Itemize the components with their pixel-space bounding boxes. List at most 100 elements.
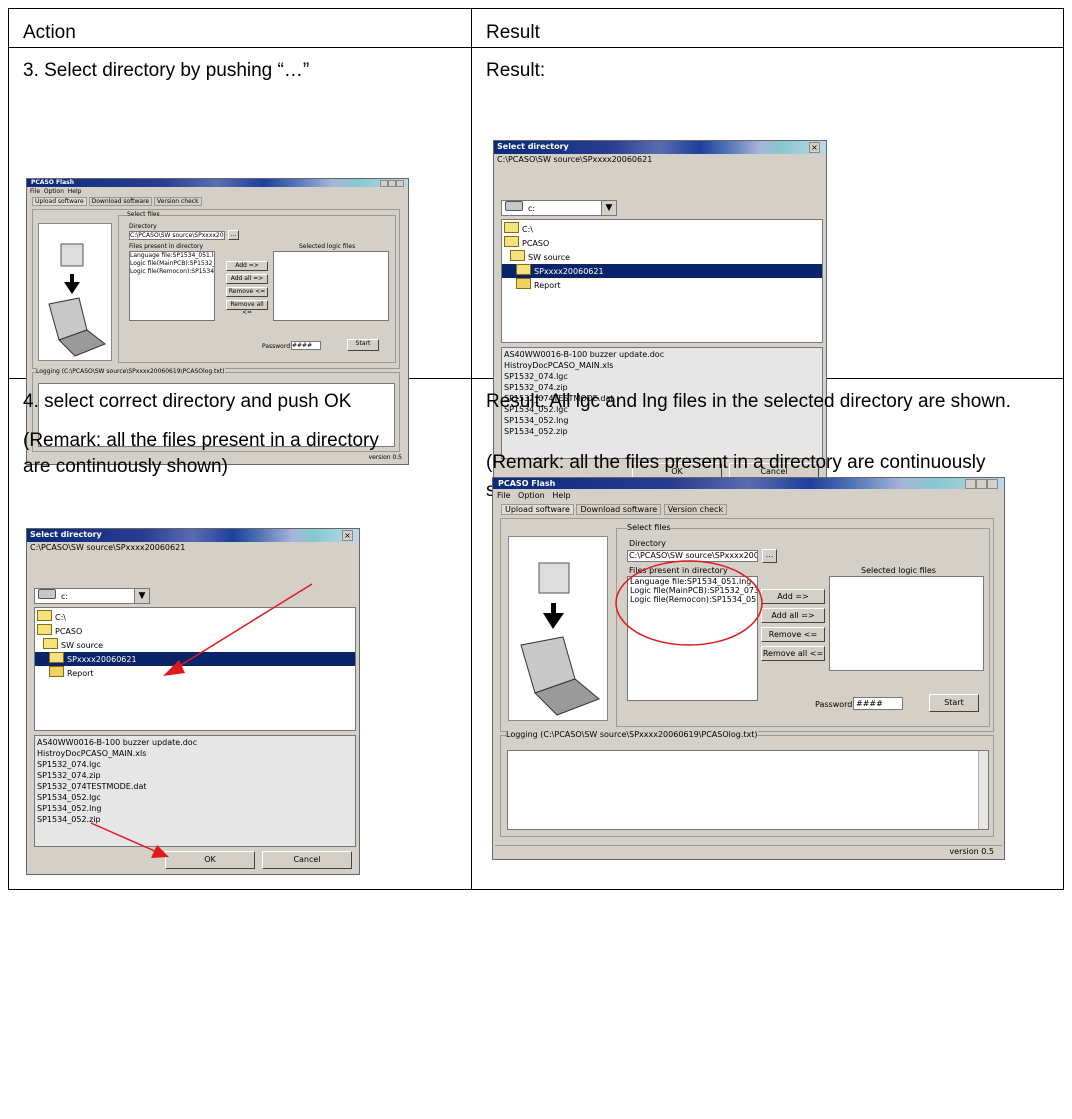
minimize-icon[interactable] bbox=[965, 479, 976, 489]
step4-action-text: 4. select correct directory and push OK bbox=[23, 391, 352, 412]
folder-open-icon bbox=[516, 264, 531, 275]
header-action: Action bbox=[23, 22, 76, 43]
remove-all-button[interactable]: Remove all <= bbox=[226, 300, 268, 316]
version-label: version 0.5 bbox=[949, 847, 994, 856]
step4-result-cell: Result: All lgc and lng files in the sel… bbox=[471, 378, 1064, 890]
folder-open-icon bbox=[504, 236, 519, 247]
menu-help[interactable]: Help bbox=[552, 491, 570, 500]
menu-bar: File Option Help bbox=[497, 491, 571, 501]
annotation-arrow-ok bbox=[90, 822, 158, 853]
tree-item[interactable]: Report bbox=[502, 278, 822, 292]
flash-titlebar: PCASO Flash bbox=[493, 478, 1004, 489]
tab-download[interactable]: Download software bbox=[88, 197, 153, 206]
add-all-button[interactable]: Add all => bbox=[761, 608, 825, 623]
scrollbar[interactable] bbox=[978, 751, 988, 829]
menu-file[interactable]: File bbox=[30, 188, 40, 195]
tab-upload[interactable]: Upload software bbox=[32, 197, 87, 206]
tree-item-selected[interactable]: SPxxxx20060621 bbox=[502, 264, 822, 278]
annotation-arrow-folder bbox=[172, 583, 313, 671]
select-files-label: Select files bbox=[127, 211, 160, 219]
tab-upload[interactable]: Upload software bbox=[501, 504, 574, 515]
menu-option[interactable]: Option bbox=[518, 491, 545, 500]
menu-bar: File Option Help bbox=[30, 188, 81, 196]
step3-result-label: Result: bbox=[486, 60, 546, 81]
close-icon[interactable] bbox=[987, 479, 998, 489]
log-textarea[interactable] bbox=[507, 750, 989, 830]
menu-help[interactable]: Help bbox=[68, 188, 82, 195]
laptop-icon bbox=[48, 243, 106, 357]
arrowhead-icon bbox=[163, 660, 185, 676]
menu-option[interactable]: Option bbox=[44, 188, 64, 195]
add-all-button[interactable]: Add all => bbox=[226, 274, 268, 284]
close-icon[interactable] bbox=[396, 180, 404, 187]
list-item[interactable]: Language file:SP1534_051.lng bbox=[130, 252, 214, 260]
tab-download[interactable]: Download software bbox=[576, 504, 662, 515]
dialog-titlebar: Select directory × bbox=[494, 141, 826, 154]
maximize-icon[interactable] bbox=[976, 479, 987, 489]
selected-listbox[interactable] bbox=[829, 576, 984, 671]
laptop-illustration bbox=[38, 223, 112, 361]
maximize-icon[interactable] bbox=[388, 180, 396, 187]
remove-all-button[interactable]: Remove all <= bbox=[761, 646, 825, 661]
instruction-table: Action Result 3. Select directory by pus… bbox=[8, 8, 1064, 890]
header-result: Result bbox=[486, 22, 540, 43]
directory-label: Directory bbox=[129, 223, 157, 230]
password-field[interactable]: #### bbox=[291, 341, 321, 350]
status-bar bbox=[495, 845, 1002, 857]
password-field[interactable]: #### bbox=[853, 697, 903, 710]
add-button[interactable]: Add => bbox=[761, 589, 825, 604]
directory-field[interactable]: C:\PCASO\SW source\SPxxxx20060619 bbox=[627, 550, 758, 562]
header-action-cell: Action bbox=[8, 8, 472, 48]
laptop-illustration bbox=[508, 536, 608, 721]
selected-label: Selected logic files bbox=[861, 566, 936, 575]
tab-bar: Upload software Download software Versio… bbox=[32, 197, 202, 206]
step4-result-text: Result: All lgc and lng files in the sel… bbox=[486, 391, 1011, 412]
logging-label: Logging (C:\PCASO\SW source\SPxxxx200606… bbox=[506, 730, 758, 740]
files-present-label: Files present in directory bbox=[129, 243, 204, 250]
chevron-down-icon[interactable]: ▼ bbox=[601, 201, 616, 215]
menu-file[interactable]: File bbox=[497, 491, 510, 500]
folder-tree[interactable]: C:\ PCASO SW source SPxxxx20060621 Repor… bbox=[501, 219, 823, 343]
select-directory-dialog-annotated: Select directory × C:\PCASO\SW source\SP… bbox=[26, 528, 360, 875]
password-label: Password bbox=[815, 700, 853, 709]
browse-button[interactable]: ... bbox=[228, 230, 239, 240]
folder-open-icon bbox=[504, 222, 519, 233]
list-item[interactable]: Logic file(MainPCB):SP1532_073.lgc bbox=[630, 586, 757, 595]
list-item: AS40WW0016-B-100 buzzer update.doc bbox=[504, 350, 665, 359]
tree-item[interactable]: SW source bbox=[502, 250, 822, 264]
remove-button[interactable]: Remove <= bbox=[761, 627, 825, 642]
logging-label: Logging (C:\PCASO\SW source\SPxxxx200606… bbox=[36, 368, 225, 376]
flash-window-large: PCASO Flash File Option Help Upload soft… bbox=[492, 477, 1005, 860]
list-item[interactable]: Logic file(Remocon):SP1534_051.lgc bbox=[630, 595, 757, 604]
directory-field[interactable]: C:\PCASO\SW source\SPxxxx20060619 bbox=[129, 231, 225, 240]
add-button[interactable]: Add => bbox=[226, 261, 268, 271]
laptop-icon bbox=[520, 562, 600, 716]
start-button[interactable]: Start bbox=[929, 694, 979, 712]
app-title: PCASO Flash bbox=[31, 179, 75, 186]
files-listbox[interactable]: Language file:SP1534_051.lng Logic file(… bbox=[627, 576, 758, 701]
tab-version[interactable]: Version check bbox=[663, 504, 728, 515]
browse-button[interactable]: ... bbox=[762, 549, 777, 563]
files-listbox[interactable]: Language file:SP1534_051.lng Logic file(… bbox=[129, 251, 215, 321]
start-button[interactable]: Start bbox=[347, 339, 379, 351]
list-item: HistroyDocPCASO_MAIN.xls bbox=[504, 361, 614, 370]
dialog-path: C:\PCASO\SW source\SPxxxx20060621 bbox=[497, 155, 653, 164]
step3-result-cell: Result: Select directory × C:\PCASO\SW s… bbox=[471, 47, 1064, 501]
app-title: PCASO Flash bbox=[498, 479, 556, 488]
close-icon[interactable]: × bbox=[809, 142, 820, 153]
tree-item[interactable]: PCASO bbox=[502, 236, 822, 250]
tab-version[interactable]: Version check bbox=[154, 197, 202, 206]
step3-action-cell: 3. Select directory by pushing “…” PCASO… bbox=[8, 47, 472, 465]
tree-item[interactable]: C:\ bbox=[502, 222, 822, 236]
minimize-icon[interactable] bbox=[380, 180, 388, 187]
files-present-label: Files present in directory bbox=[629, 566, 728, 575]
selected-listbox[interactable] bbox=[273, 251, 389, 321]
remove-button[interactable]: Remove <= bbox=[226, 287, 268, 297]
list-item[interactable]: Logic file(Remocon):SP1534_051.lgc bbox=[130, 268, 214, 276]
list-item[interactable]: Logic file(MainPCB):SP1532_073.lgc bbox=[130, 260, 214, 268]
tab-bar: Upload software Download software Versio… bbox=[501, 504, 728, 515]
list-item[interactable]: Language file:SP1534_051.lng bbox=[630, 577, 757, 586]
drive-icon bbox=[505, 201, 523, 211]
step3-action-text: 3. Select directory by pushing “…” bbox=[23, 60, 310, 81]
drive-select[interactable]: c: ▼ bbox=[501, 200, 617, 216]
